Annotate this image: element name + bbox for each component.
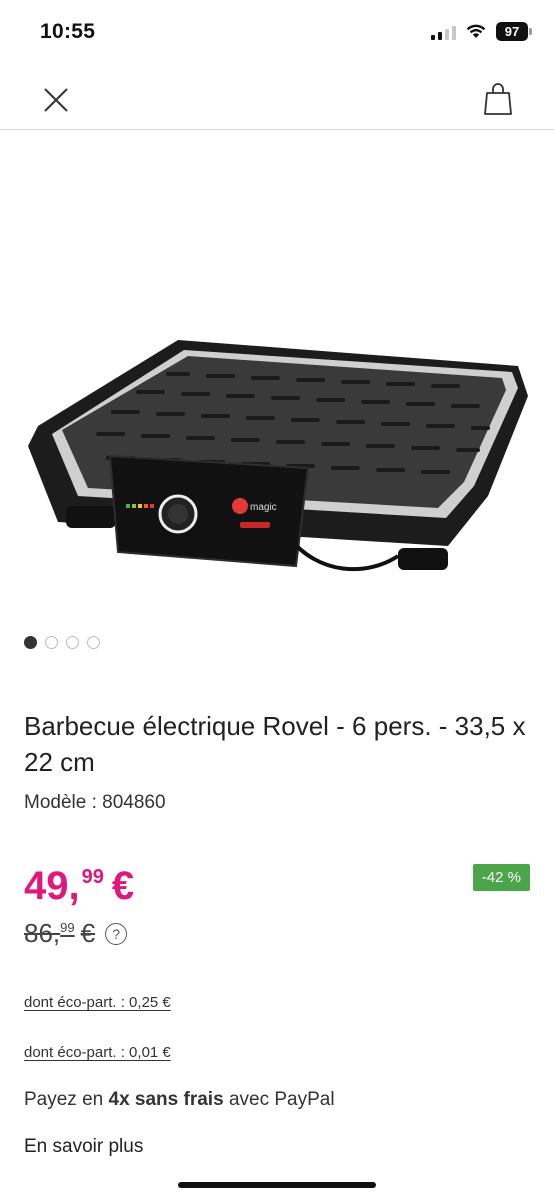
product-gallery[interactable]: magic [0,131,554,621]
old-price-value: 86,99 € [24,918,95,949]
gallery-dot-2[interactable] [45,636,58,649]
paypal-prefix: Payez en [24,1089,104,1110]
help-icon[interactable]: ? [105,922,128,945]
old-price: 86,99 € ? [24,918,128,949]
close-icon [44,88,68,112]
product-title: Barbecue électrique Rovel - 6 pers. - 33… [24,711,526,777]
nav-bar [0,66,554,130]
home-indicator[interactable] [178,1182,376,1188]
learn-more-link[interactable]: En savoir plus [24,1136,143,1158]
status-time: 10:55 [40,20,96,43]
status-bar: 10:55 97 [0,0,554,66]
status-indicators: 97 [431,22,532,41]
shopping-bag-icon [484,83,512,115]
close-button[interactable] [40,84,72,116]
gallery-dot-3[interactable] [66,636,79,649]
model-label: Modèle : [24,792,97,813]
eco-participation-link-2[interactable]: dont éco-part. : 0,01 € [24,1044,171,1061]
wifi-icon [466,24,486,38]
paypal-highlight: 4x sans frais [108,1089,224,1110]
product-image[interactable]: magic [18,261,538,661]
old-price-currency: € [80,918,96,948]
eco-participation-link-1[interactable]: dont éco-part. : 0,25 € [24,994,171,1011]
price-currency: € [111,864,135,908]
cellular-signal-icon [431,24,456,40]
price-decimals: 99 [81,866,104,888]
current-price: 49, 99 € [24,862,134,910]
gallery-dot-1[interactable] [24,636,37,649]
brand-label: magic [250,502,277,513]
discount-badge: -42 % [472,864,530,891]
gallery-dot-4[interactable] [87,636,100,649]
paypal-installments: Payez en 4x sans frais avec PayPal [24,1089,335,1111]
product-model: Modèle : 804860 [24,792,166,814]
paypal-suffix: avec PayPal [228,1089,335,1110]
battery-level: 97 [496,22,528,41]
model-value: 804860 [102,792,166,813]
cart-button[interactable] [482,82,514,116]
price-integer: 49, [24,864,80,908]
battery-icon: 97 [496,22,532,41]
gallery-pagination [24,636,100,649]
old-price-decimals: 99 [60,920,75,935]
old-price-integer: 86, [24,918,61,948]
